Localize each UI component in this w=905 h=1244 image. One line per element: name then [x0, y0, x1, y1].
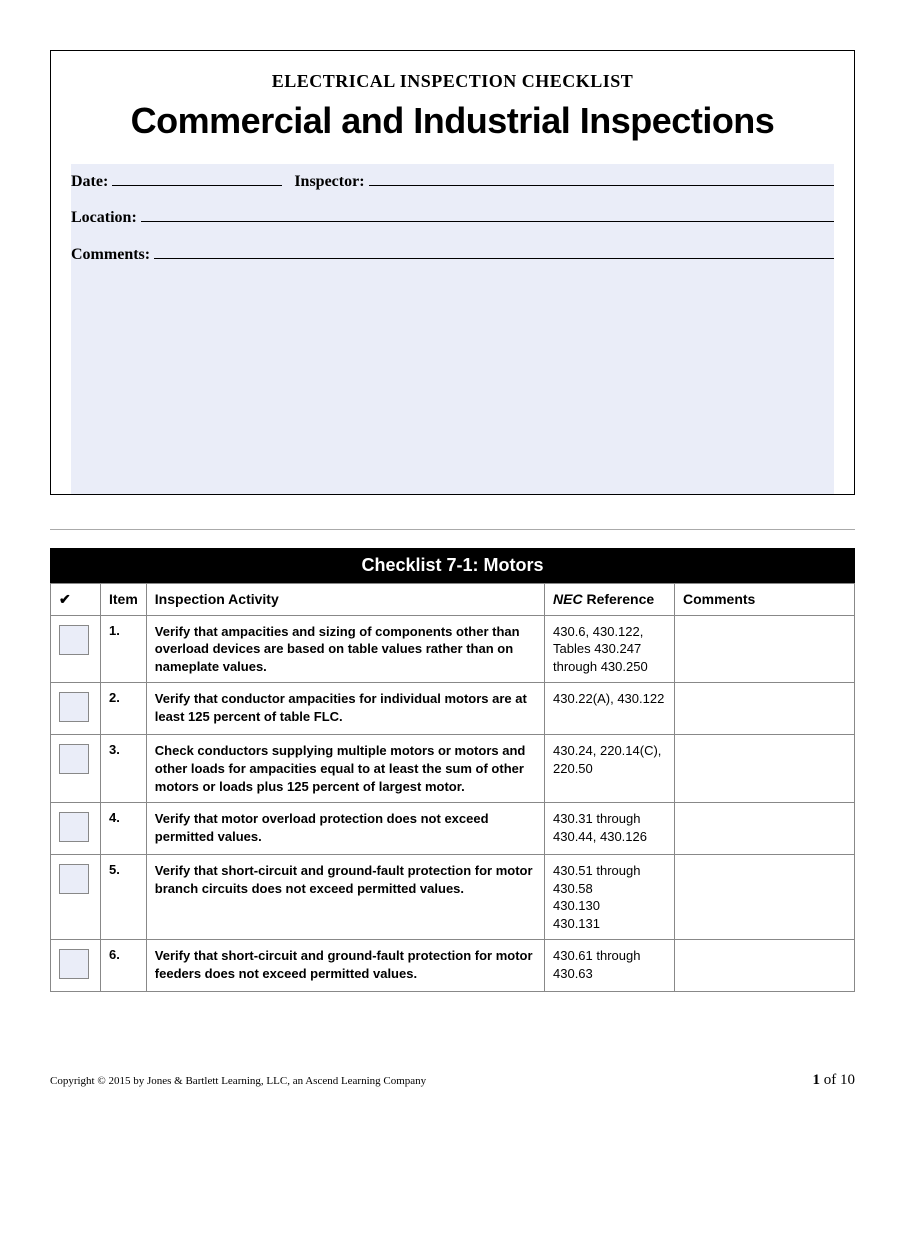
table-row: 5. Verify that short-circuit and ground-…: [51, 855, 855, 940]
table-row: 2. Verify that conductor ampacities for …: [51, 683, 855, 735]
date-label: Date:: [71, 173, 112, 191]
activity-text: Verify that short-circuit and ground-fau…: [146, 855, 544, 940]
comments-cell[interactable]: [675, 615, 855, 683]
location-input[interactable]: [141, 205, 834, 223]
nec-reference: 430.61 through 430.63: [545, 940, 675, 992]
col-nec-header: NEC Reference: [545, 583, 675, 615]
item-number: 6.: [101, 940, 147, 992]
copyright-text: Copyright © 2015 by Jones & Bartlett Lea…: [50, 1075, 426, 1087]
comments-cell[interactable]: [675, 735, 855, 803]
nec-reference: 430.24, 220.14(C), 220.50: [545, 735, 675, 803]
row-date-inspector: Date: Inspector:: [71, 164, 834, 201]
nec-reference: 430.31 through 430.44, 430.126: [545, 803, 675, 855]
check-cell: [51, 735, 101, 803]
col-activity-header: Inspection Activity: [146, 583, 544, 615]
item-number: 5.: [101, 855, 147, 940]
inspector-input[interactable]: [369, 168, 834, 186]
table-row: 6. Verify that short-circuit and ground-…: [51, 940, 855, 992]
nec-reference: 430.51 through 430.58 430.130 430.131: [545, 855, 675, 940]
item-number: 3.: [101, 735, 147, 803]
checkbox[interactable]: [59, 812, 89, 842]
col-item-header: Item: [101, 583, 147, 615]
page-footer: Copyright © 2015 by Jones & Bartlett Lea…: [0, 1072, 905, 1113]
comments-cell[interactable]: [675, 803, 855, 855]
checkbox[interactable]: [59, 692, 89, 722]
item-number: 1.: [101, 615, 147, 683]
check-cell: [51, 855, 101, 940]
check-cell: [51, 683, 101, 735]
comments-input-line[interactable]: [154, 241, 834, 259]
check-cell: [51, 615, 101, 683]
table-header-row: ✔ Item Inspection Activity NEC Reference…: [51, 583, 855, 615]
nec-reference: 430.6, 430.122, Tables 430.247 through 4…: [545, 615, 675, 683]
activity-text: Verify that ampacities and sizing of com…: [146, 615, 544, 683]
form-fields: Date: Inspector: Location: Comments:: [71, 164, 834, 494]
date-input[interactable]: [112, 168, 282, 186]
header-box: ELECTRICAL INSPECTION CHECKLIST Commerci…: [50, 50, 855, 495]
checklist-section: Checklist 7-1: Motors ✔ Item Inspection …: [50, 548, 855, 992]
comments-textarea[interactable]: [71, 264, 834, 494]
checklist-table: ✔ Item Inspection Activity NEC Reference…: [50, 583, 855, 992]
table-row: 1. Verify that ampacities and sizing of …: [51, 615, 855, 683]
item-number: 2.: [101, 683, 147, 735]
page-content: ELECTRICAL INSPECTION CHECKLIST Commerci…: [0, 0, 905, 1012]
nec-reference: 430.22(A), 430.122: [545, 683, 675, 735]
table-row: 4. Verify that motor overload protection…: [51, 803, 855, 855]
item-number: 4.: [101, 803, 147, 855]
comments-cell[interactable]: [675, 683, 855, 735]
col-check-header: ✔: [51, 583, 101, 615]
comments-cell[interactable]: [675, 855, 855, 940]
activity-text: Verify that conductor ampacities for ind…: [146, 683, 544, 735]
table-row: 3. Check conductors supplying multiple m…: [51, 735, 855, 803]
inspector-label: Inspector:: [294, 173, 368, 191]
page-current: 1: [813, 1072, 821, 1088]
activity-text: Verify that motor overload protection do…: [146, 803, 544, 855]
overline: ELECTRICAL INSPECTION CHECKLIST: [71, 71, 834, 92]
checklist-title: Checklist 7-1: Motors: [50, 548, 855, 583]
comments-cell[interactable]: [675, 940, 855, 992]
page-title: Commercial and Industrial Inspections: [71, 100, 834, 142]
activity-text: Verify that short-circuit and ground-fau…: [146, 940, 544, 992]
page-indicator: 1 of 10: [813, 1072, 856, 1089]
checkbox[interactable]: [59, 949, 89, 979]
page-total: 10: [840, 1072, 855, 1088]
checklist-tbody: 1. Verify that ampacities and sizing of …: [51, 615, 855, 991]
location-label: Location:: [71, 209, 141, 227]
row-comments: Comments:: [71, 237, 834, 264]
check-cell: [51, 803, 101, 855]
comments-label: Comments:: [71, 246, 154, 264]
row-location: Location:: [71, 201, 834, 238]
check-cell: [51, 940, 101, 992]
checkbox[interactable]: [59, 864, 89, 894]
col-comments-header: Comments: [675, 583, 855, 615]
activity-text: Check conductors supplying multiple moto…: [146, 735, 544, 803]
section-divider: [50, 529, 855, 530]
checkbox[interactable]: [59, 744, 89, 774]
page-sep: of: [820, 1072, 840, 1088]
checkbox[interactable]: [59, 625, 89, 655]
